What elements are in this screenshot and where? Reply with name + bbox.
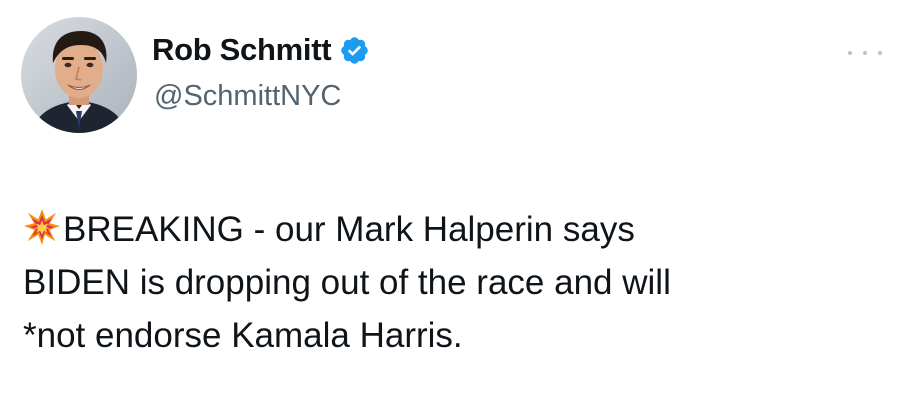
tweet-text-line-1: BREAKING - our Mark Halperin says bbox=[23, 203, 883, 256]
more-dot bbox=[878, 51, 882, 55]
tweet-text-line-2: BIDEN is dropping out of the race and wi… bbox=[23, 263, 671, 302]
tweet-card[interactable]: Rob Schmitt @SchmittNYC BREAKING - our M… bbox=[0, 0, 905, 406]
avatar-photo-icon bbox=[21, 17, 137, 133]
more-dot bbox=[863, 51, 867, 55]
tweet-text-segment: BREAKING - our Mark Halperin says bbox=[63, 210, 635, 249]
author-name-row: Rob Schmitt bbox=[152, 30, 370, 70]
collision-emoji-icon bbox=[23, 208, 61, 246]
verified-checkmark-icon[interactable] bbox=[339, 35, 370, 66]
author-display-name[interactable]: Rob Schmitt bbox=[152, 32, 332, 68]
avatar[interactable] bbox=[21, 17, 137, 133]
author-handle[interactable]: @SchmittNYC bbox=[154, 80, 341, 113]
more-dot bbox=[848, 51, 852, 55]
more-options-icon[interactable] bbox=[848, 43, 882, 63]
tweet-body: BREAKING - our Mark Halperin says BIDEN … bbox=[23, 203, 883, 362]
tweet-text-line-3: *not endorse Kamala Harris. bbox=[23, 316, 463, 355]
